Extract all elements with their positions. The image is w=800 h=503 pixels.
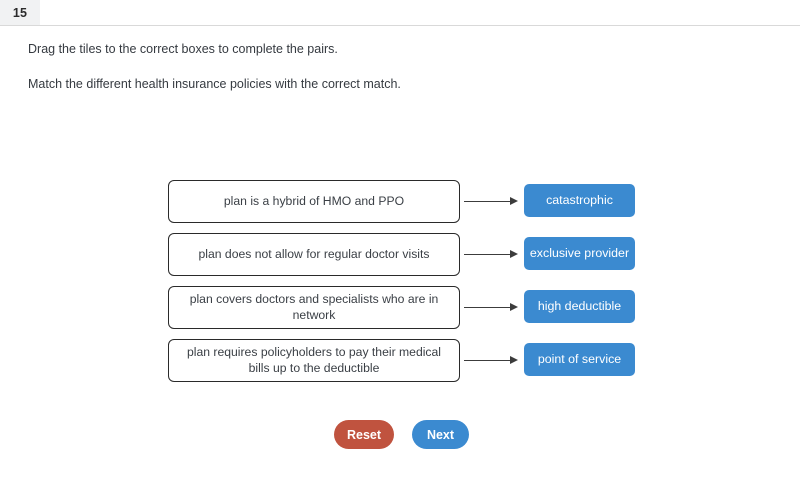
arrow-head [510,355,518,364]
header-bar: 15 [0,0,800,26]
answer-tile-label: exclusive provider [529,246,630,261]
answer-tile[interactable]: catastrophic [524,184,635,217]
answer-tile-label: high deductible [537,299,622,314]
arrow-line [464,254,516,256]
arrow-icon [464,249,522,258]
arrow-line [464,201,516,203]
prompt-drop-box[interactable]: plan is a hybrid of HMO and PPO [168,180,460,223]
reset-button[interactable]: Reset [334,420,394,449]
next-button[interactable]: Next [412,420,469,449]
instruction-line-2: Match the different health insurance pol… [28,77,401,91]
arrow-head [510,302,518,311]
match-row: plan covers doctors and specialists who … [0,286,800,329]
prompt-drop-box[interactable]: plan covers doctors and specialists who … [168,286,460,329]
answer-tile-label: catastrophic [546,193,613,208]
prompt-text: plan is a hybrid of HMO and PPO [223,193,405,208]
arrow-icon [464,355,522,364]
prompt-drop-box[interactable]: plan requires policyholders to pay their… [168,339,460,382]
answer-tile[interactable]: high deductible [524,290,635,323]
arrow-line [464,307,516,309]
prompt-text: plan does not allow for regular doctor v… [198,246,430,261]
instruction-line-1: Drag the tiles to the correct boxes to c… [28,42,338,56]
answer-tile-label: point of service [537,352,622,367]
arrow-head [510,249,518,258]
prompt-text: plan requires policyholders to pay their… [186,345,442,375]
question-number-tab: 15 [0,0,40,25]
button-row: Reset Next [0,420,800,452]
arrow-icon [464,196,522,205]
prompt-text: plan covers doctors and specialists who … [189,292,439,322]
arrow-line [464,360,516,362]
match-row: plan does not allow for regular doctor v… [0,233,800,276]
matching-area: plan is a hybrid of HMO and PPO catastro… [0,180,800,392]
question-number-label: 15 [12,5,28,20]
prompt-drop-box[interactable]: plan does not allow for regular doctor v… [168,233,460,276]
match-row: plan is a hybrid of HMO and PPO catastro… [0,180,800,223]
answer-tile[interactable]: point of service [524,343,635,376]
arrow-head [510,196,518,205]
match-row: plan requires policyholders to pay their… [0,339,800,382]
arrow-icon [464,302,522,311]
answer-tile[interactable]: exclusive provider [524,237,635,270]
